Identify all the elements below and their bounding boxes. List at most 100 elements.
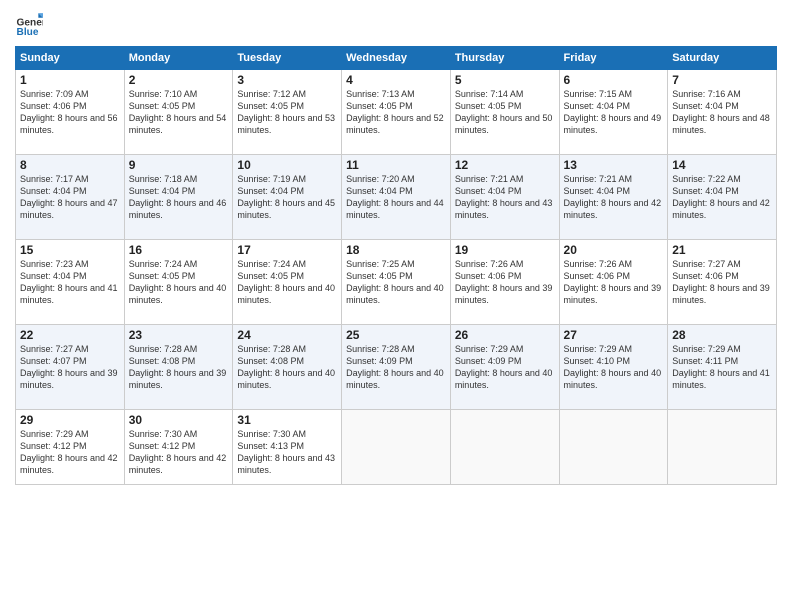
day-info: Sunrise: 7:28 AMSunset: 4:08 PMDaylight:… [129,343,229,392]
week-row-4: 22Sunrise: 7:27 AMSunset: 4:07 PMDayligh… [16,325,777,410]
day-info: Sunrise: 7:29 AMSunset: 4:09 PMDaylight:… [455,343,555,392]
day-info: Sunrise: 7:23 AMSunset: 4:04 PMDaylight:… [20,258,120,307]
day-number: 17 [237,243,337,257]
table-row: 17Sunrise: 7:24 AMSunset: 4:05 PMDayligh… [233,240,342,325]
week-row-2: 8Sunrise: 7:17 AMSunset: 4:04 PMDaylight… [16,155,777,240]
week-row-3: 15Sunrise: 7:23 AMSunset: 4:04 PMDayligh… [16,240,777,325]
day-info: Sunrise: 7:29 AMSunset: 4:10 PMDaylight:… [564,343,664,392]
day-number: 28 [672,328,772,342]
day-number: 9 [129,158,229,172]
table-row: 7Sunrise: 7:16 AMSunset: 4:04 PMDaylight… [668,70,777,155]
day-number: 22 [20,328,120,342]
day-info: Sunrise: 7:28 AMSunset: 4:09 PMDaylight:… [346,343,446,392]
day-number: 7 [672,73,772,87]
day-info: Sunrise: 7:14 AMSunset: 4:05 PMDaylight:… [455,88,555,137]
table-row: 28Sunrise: 7:29 AMSunset: 4:11 PMDayligh… [668,325,777,410]
table-row: 20Sunrise: 7:26 AMSunset: 4:06 PMDayligh… [559,240,668,325]
day-info: Sunrise: 7:21 AMSunset: 4:04 PMDaylight:… [455,173,555,222]
table-row: 14Sunrise: 7:22 AMSunset: 4:04 PMDayligh… [668,155,777,240]
table-row: 12Sunrise: 7:21 AMSunset: 4:04 PMDayligh… [450,155,559,240]
table-row: 2Sunrise: 7:10 AMSunset: 4:05 PMDaylight… [124,70,233,155]
day-number: 2 [129,73,229,87]
weekday-header-row: SundayMondayTuesdayWednesdayThursdayFrid… [16,47,777,70]
day-info: Sunrise: 7:26 AMSunset: 4:06 PMDaylight:… [455,258,555,307]
day-info: Sunrise: 7:10 AMSunset: 4:05 PMDaylight:… [129,88,229,137]
table-row: 5Sunrise: 7:14 AMSunset: 4:05 PMDaylight… [450,70,559,155]
week-row-5: 29Sunrise: 7:29 AMSunset: 4:12 PMDayligh… [16,410,777,485]
day-info: Sunrise: 7:18 AMSunset: 4:04 PMDaylight:… [129,173,229,222]
day-number: 27 [564,328,664,342]
table-row: 23Sunrise: 7:28 AMSunset: 4:08 PMDayligh… [124,325,233,410]
week-row-1: 1Sunrise: 7:09 AMSunset: 4:06 PMDaylight… [16,70,777,155]
weekday-sunday: Sunday [16,47,125,70]
table-row: 8Sunrise: 7:17 AMSunset: 4:04 PMDaylight… [16,155,125,240]
day-number: 18 [346,243,446,257]
day-number: 16 [129,243,229,257]
table-row: 13Sunrise: 7:21 AMSunset: 4:04 PMDayligh… [559,155,668,240]
calendar-table: SundayMondayTuesdayWednesdayThursdayFrid… [15,46,777,485]
table-row: 24Sunrise: 7:28 AMSunset: 4:08 PMDayligh… [233,325,342,410]
day-number: 1 [20,73,120,87]
day-info: Sunrise: 7:13 AMSunset: 4:05 PMDaylight:… [346,88,446,137]
day-number: 6 [564,73,664,87]
table-row [668,410,777,485]
table-row: 6Sunrise: 7:15 AMSunset: 4:04 PMDaylight… [559,70,668,155]
table-row: 15Sunrise: 7:23 AMSunset: 4:04 PMDayligh… [16,240,125,325]
day-info: Sunrise: 7:20 AMSunset: 4:04 PMDaylight:… [346,173,446,222]
table-row: 16Sunrise: 7:24 AMSunset: 4:05 PMDayligh… [124,240,233,325]
day-number: 31 [237,413,337,427]
header: General Blue [15,10,777,38]
day-number: 14 [672,158,772,172]
day-number: 15 [20,243,120,257]
day-number: 5 [455,73,555,87]
day-info: Sunrise: 7:21 AMSunset: 4:04 PMDaylight:… [564,173,664,222]
day-number: 24 [237,328,337,342]
table-row: 18Sunrise: 7:25 AMSunset: 4:05 PMDayligh… [342,240,451,325]
weekday-tuesday: Tuesday [233,47,342,70]
weekday-thursday: Thursday [450,47,559,70]
table-row [559,410,668,485]
logo: General Blue [15,10,47,38]
table-row: 29Sunrise: 7:29 AMSunset: 4:12 PMDayligh… [16,410,125,485]
table-row: 1Sunrise: 7:09 AMSunset: 4:06 PMDaylight… [16,70,125,155]
weekday-monday: Monday [124,47,233,70]
table-row: 19Sunrise: 7:26 AMSunset: 4:06 PMDayligh… [450,240,559,325]
day-info: Sunrise: 7:12 AMSunset: 4:05 PMDaylight:… [237,88,337,137]
table-row: 21Sunrise: 7:27 AMSunset: 4:06 PMDayligh… [668,240,777,325]
table-row: 26Sunrise: 7:29 AMSunset: 4:09 PMDayligh… [450,325,559,410]
day-number: 13 [564,158,664,172]
table-row: 11Sunrise: 7:20 AMSunset: 4:04 PMDayligh… [342,155,451,240]
day-info: Sunrise: 7:26 AMSunset: 4:06 PMDaylight:… [564,258,664,307]
day-info: Sunrise: 7:30 AMSunset: 4:12 PMDaylight:… [129,428,229,477]
day-number: 3 [237,73,337,87]
day-info: Sunrise: 7:15 AMSunset: 4:04 PMDaylight:… [564,88,664,137]
day-number: 11 [346,158,446,172]
day-info: Sunrise: 7:25 AMSunset: 4:05 PMDaylight:… [346,258,446,307]
day-number: 26 [455,328,555,342]
logo-icon: General Blue [15,10,43,38]
day-info: Sunrise: 7:19 AMSunset: 4:04 PMDaylight:… [237,173,337,222]
calendar-body: 1Sunrise: 7:09 AMSunset: 4:06 PMDaylight… [16,70,777,485]
table-row: 25Sunrise: 7:28 AMSunset: 4:09 PMDayligh… [342,325,451,410]
day-number: 10 [237,158,337,172]
day-info: Sunrise: 7:28 AMSunset: 4:08 PMDaylight:… [237,343,337,392]
table-row [342,410,451,485]
day-info: Sunrise: 7:27 AMSunset: 4:06 PMDaylight:… [672,258,772,307]
day-info: Sunrise: 7:24 AMSunset: 4:05 PMDaylight:… [129,258,229,307]
table-row: 30Sunrise: 7:30 AMSunset: 4:12 PMDayligh… [124,410,233,485]
table-row: 31Sunrise: 7:30 AMSunset: 4:13 PMDayligh… [233,410,342,485]
table-row: 10Sunrise: 7:19 AMSunset: 4:04 PMDayligh… [233,155,342,240]
table-row [450,410,559,485]
table-row: 3Sunrise: 7:12 AMSunset: 4:05 PMDaylight… [233,70,342,155]
day-info: Sunrise: 7:27 AMSunset: 4:07 PMDaylight:… [20,343,120,392]
weekday-wednesday: Wednesday [342,47,451,70]
day-number: 19 [455,243,555,257]
day-info: Sunrise: 7:30 AMSunset: 4:13 PMDaylight:… [237,428,337,477]
day-number: 30 [129,413,229,427]
day-number: 21 [672,243,772,257]
day-info: Sunrise: 7:22 AMSunset: 4:04 PMDaylight:… [672,173,772,222]
day-number: 23 [129,328,229,342]
day-info: Sunrise: 7:29 AMSunset: 4:12 PMDaylight:… [20,428,120,477]
weekday-saturday: Saturday [668,47,777,70]
day-number: 20 [564,243,664,257]
